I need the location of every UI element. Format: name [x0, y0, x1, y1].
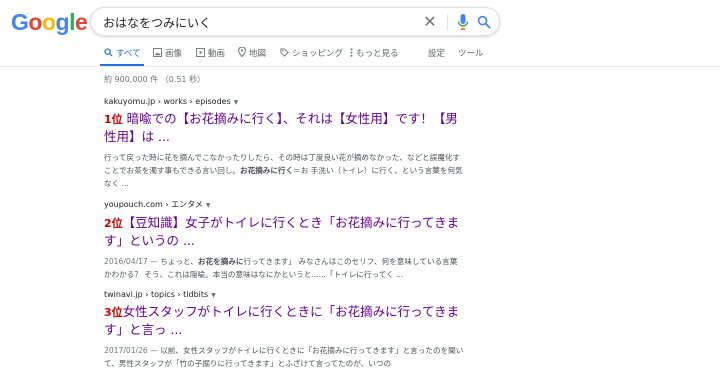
search-icon: [104, 47, 113, 60]
video-icon: [196, 47, 205, 60]
result-url-text: youpouch.com › エンタメ: [104, 200, 203, 209]
result-title[interactable]: 1位 暗喩での【お花摘みに行く】、それは【女性用】です！【男性用】は ...: [104, 110, 464, 145]
result-title-text: 【豆知識】女子がトイレに行くとき「お花摘みに行ってきます」というの ...: [104, 215, 460, 248]
search-result: youpouch.com › エンタメ ▼ 2位【豆知識】女子がトイレに行くとき「…: [104, 199, 464, 281]
snippet-highlight: お花摘みに行く: [240, 166, 294, 175]
search-tabs: すべて 画像 動画 地図 ショッピング もっと見る 設定 ツール: [0, 44, 720, 66]
result-date: 2017/01/26 —: [104, 346, 161, 355]
map-pin-icon: [237, 46, 247, 60]
search-divider: [447, 14, 448, 30]
result-url[interactable]: kakuyomu.jp › works › episodes ▼: [104, 97, 464, 106]
logo-letter: o: [28, 9, 42, 35]
search-result: kakuyomu.jp › works › episodes ▼ 1位 暗喩での【…: [104, 97, 464, 190]
logo-letter: G: [11, 9, 29, 35]
result-stats: 約 900,000 件 （0.51 秒）: [104, 75, 206, 84]
tab-label: 動画: [208, 49, 226, 59]
clear-icon[interactable]: ✕: [422, 11, 438, 33]
tab-label: もっと見る: [356, 49, 399, 59]
google-logo[interactable]: Google: [11, 9, 88, 35]
tab-shopping[interactable]: ショッピング: [280, 47, 343, 60]
tab-label: ツール: [458, 49, 484, 59]
tab-images[interactable]: 画像: [153, 47, 182, 60]
rank-badge: 1位: [104, 113, 123, 126]
result-snippet: 2017/01/26 — 以前、女性スタッフがトイレに行くときに「お花摘みに行っ…: [104, 344, 464, 370]
rank-badge: 2位: [104, 217, 123, 230]
search-result: twinavi.jp › topics › tidbits ▼ 3位女性スタッフが…: [104, 290, 464, 370]
tab-tools[interactable]: ツール: [458, 47, 484, 59]
tab-label: ショッピング: [292, 49, 344, 59]
tab-all[interactable]: すべて: [104, 47, 141, 60]
microphone-icon[interactable]: [457, 13, 469, 35]
tab-label: 画像: [165, 49, 183, 59]
rank-badge: 3位: [104, 306, 123, 319]
tab-label: 設定: [428, 49, 446, 59]
tab-maps[interactable]: 地図: [237, 46, 267, 60]
result-url[interactable]: twinavi.jp › topics › tidbits ▼: [104, 290, 464, 299]
tab-label: すべて: [116, 49, 141, 59]
snippet-text: ちょっと、: [160, 257, 198, 266]
logo-letter: e: [74, 9, 88, 35]
logo-letter: g: [55, 9, 70, 35]
result-snippet: 行って戻った時に花を摘んでこなかったりしたら、その時は丁度良い花が摘めなかった、…: [104, 151, 464, 190]
logo-letter: o: [41, 9, 56, 35]
caret-down-icon[interactable]: ▼: [234, 99, 239, 106]
result-url-text: kakuyomu.jp › works › episodes: [104, 97, 231, 106]
caret-down-icon[interactable]: ▼: [206, 202, 211, 209]
result-url-text: twinavi.jp › topics › tidbits: [104, 290, 209, 299]
tab-more[interactable]: もっと見る: [350, 47, 399, 60]
result-title-text: 女性スタッフがトイレに行くときに「お花摘みに行ってきます」と言っ ...: [104, 304, 460, 337]
tab-settings[interactable]: 設定: [428, 47, 445, 59]
result-snippet: 2016/04/17 — ちょっと、お花を摘みに行ってきます」 みなさんはこのセ…: [104, 255, 464, 281]
result-title-text: 暗喩での【お花摘みに行く】、それは【女性用】です！【男性用】は ...: [104, 111, 458, 144]
caret-down-icon[interactable]: ▼: [211, 292, 216, 299]
snippet-highlight: お花を摘みに: [197, 257, 244, 266]
tabs-divider: [0, 66, 720, 67]
result-url[interactable]: youpouch.com › エンタメ ▼: [104, 199, 464, 210]
more-vert-icon: [350, 47, 353, 60]
search-box[interactable]: おはなをつみにいく ✕: [90, 7, 500, 36]
image-icon: [153, 47, 162, 60]
search-input[interactable]: おはなをつみにいく: [103, 14, 211, 31]
result-title[interactable]: 3位女性スタッフがトイレに行くときに「お花摘みに行ってきます」と言っ ...: [104, 303, 464, 338]
tab-videos[interactable]: 動画: [196, 47, 225, 60]
tag-icon: [280, 47, 289, 60]
tab-label: 地図: [249, 49, 267, 59]
search-icon[interactable]: [477, 14, 491, 33]
result-date: 2016/04/17 —: [104, 257, 161, 266]
result-title[interactable]: 2位【豆知識】女子がトイレに行くとき「お花摘みに行ってきます」というの ...: [104, 214, 464, 249]
